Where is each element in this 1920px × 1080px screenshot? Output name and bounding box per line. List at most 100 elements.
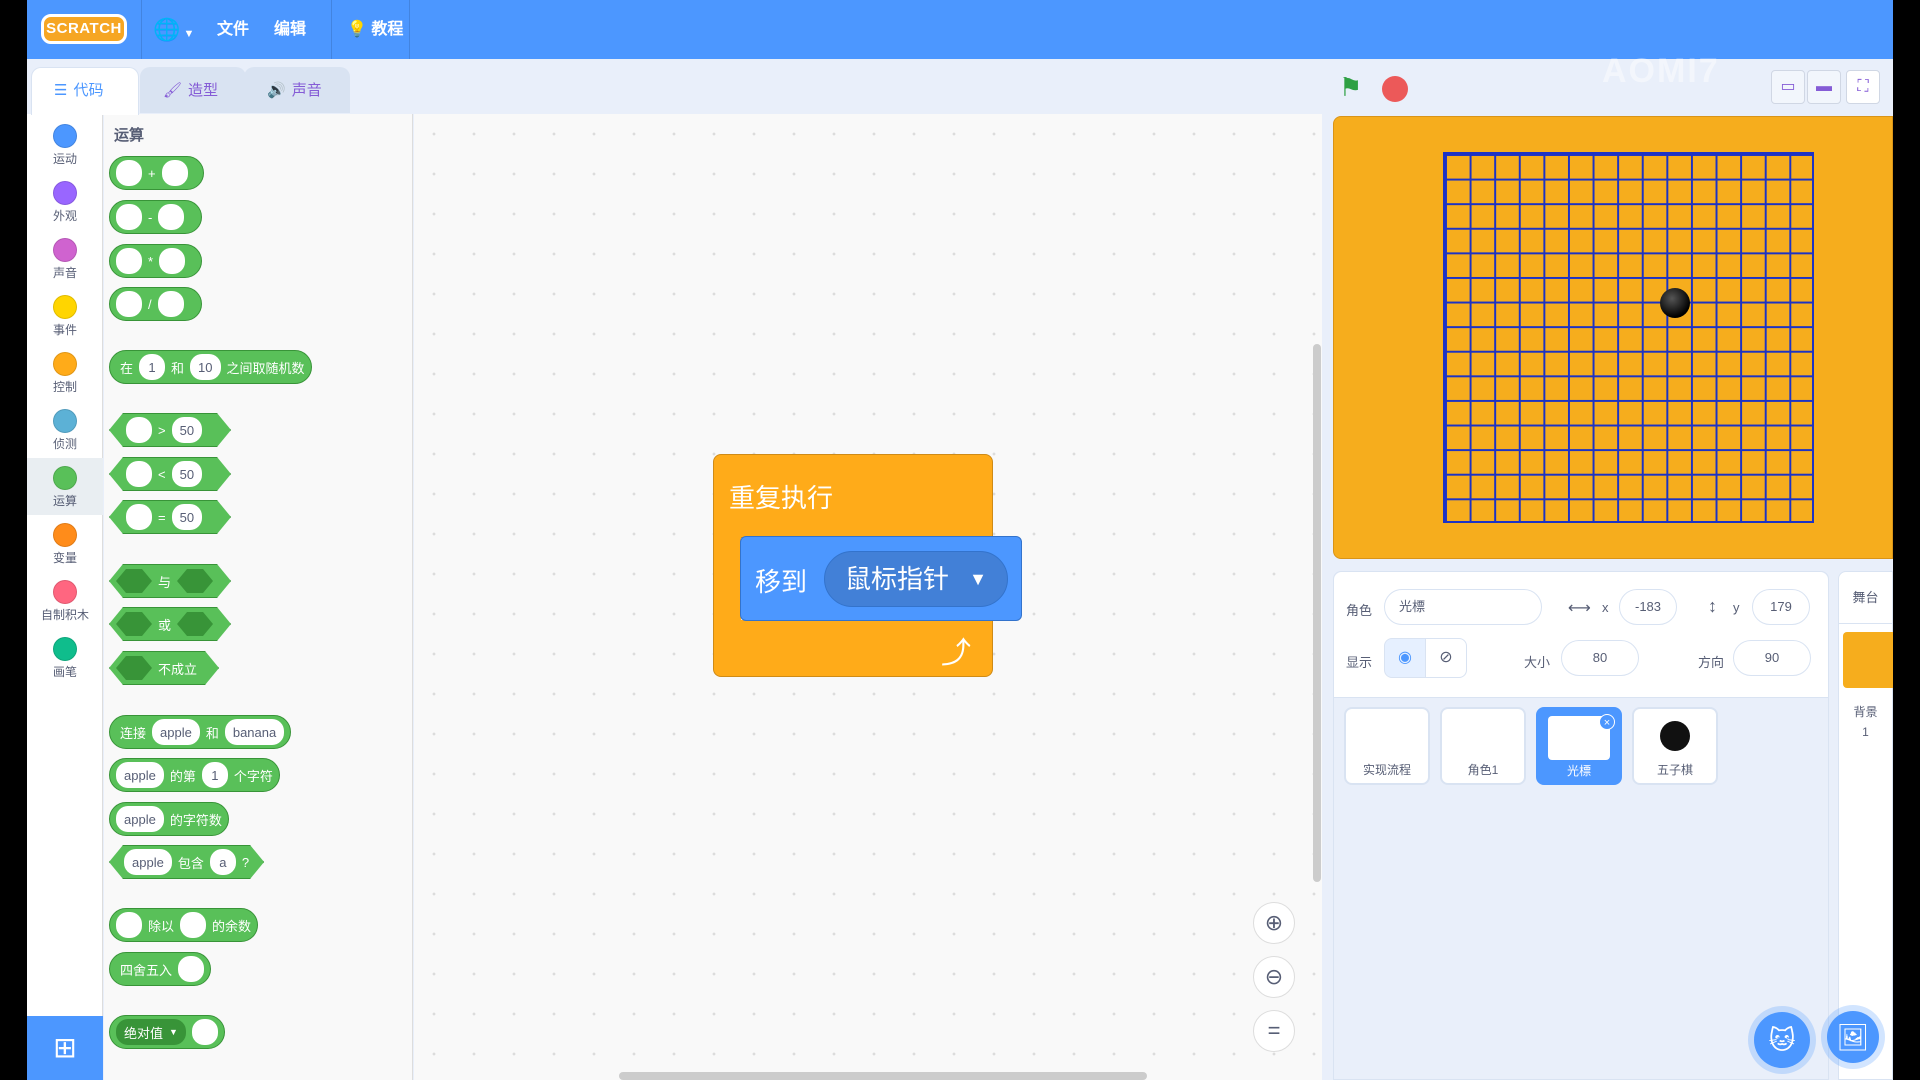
zoom-in-button[interactable]: ⊕ <box>1253 902 1295 944</box>
input-slot[interactable]: 50 <box>172 417 202 443</box>
delete-sprite-button[interactable]: × <box>1599 714 1615 730</box>
multiply-block[interactable]: * <box>109 244 202 278</box>
and-block[interactable]: 与 <box>109 564 231 598</box>
category-motion[interactable]: 运动 <box>27 116 103 173</box>
sprite-name-input[interactable]: 光標 <box>1384 589 1542 625</box>
input-slot[interactable] <box>116 291 142 317</box>
sprite-tile-selected[interactable]: 光標 × <box>1536 707 1622 785</box>
sprite-tile[interactable]: 实现流程 <box>1344 707 1430 785</box>
input-slot[interactable]: apple <box>116 806 164 832</box>
input-slot[interactable] <box>178 956 205 982</box>
zoom-out-button[interactable]: ⊖ <box>1253 956 1295 998</box>
hide-sprite-button[interactable]: ⊘ <box>1425 638 1467 678</box>
go-to-target-dropdown[interactable]: 鼠标指针 ▼ <box>824 551 1008 607</box>
category-pen[interactable]: 画笔 <box>27 629 103 686</box>
input-slot[interactable] <box>126 417 152 443</box>
length-of-block[interactable]: apple 的字符数 <box>109 802 229 836</box>
workspace-horizontal-scrollbar[interactable] <box>619 1072 1147 1080</box>
stage-thumbnail[interactable] <box>1843 632 1893 688</box>
greater-than-block[interactable]: >50 <box>109 413 231 447</box>
input-slot[interactable] <box>116 204 142 230</box>
sprite-tile[interactable]: 角色1 <box>1440 707 1526 785</box>
input-slot[interactable]: 10 <box>190 354 221 380</box>
random-block[interactable]: 在 1 和 10 之间取随机数 <box>109 350 312 384</box>
divide-block[interactable]: / <box>109 287 202 321</box>
input-slot[interactable]: apple <box>116 762 164 788</box>
input-slot[interactable]: apple <box>152 719 200 745</box>
join-block[interactable]: 连接 apple 和 banana <box>109 715 292 749</box>
zoom-reset-button[interactable]: = <box>1253 1010 1295 1052</box>
forever-block-arm[interactable] <box>713 530 741 626</box>
less-than-block[interactable]: <50 <box>109 457 231 491</box>
edit-menu[interactable]: 编辑 <box>274 0 306 59</box>
x-input[interactable]: -183 <box>1619 589 1677 625</box>
tab-costumes[interactable]: 🖌 造型 <box>140 67 246 113</box>
input-slot[interactable]: banana <box>224 719 285 745</box>
input-slot[interactable] <box>126 461 152 487</box>
direction-input[interactable]: 90 <box>1733 640 1811 676</box>
input-slot[interactable] <box>159 248 186 274</box>
y-input[interactable]: 179 <box>1752 589 1810 625</box>
round-block[interactable]: 四舍五入 <box>109 952 212 986</box>
input-slot[interactable] <box>116 160 142 186</box>
boolean-slot[interactable] <box>116 569 152 593</box>
input-slot[interactable]: 1 <box>139 354 166 380</box>
add-block[interactable]: + <box>109 156 204 190</box>
category-operators[interactable]: 运算 <box>27 458 103 515</box>
boolean-slot[interactable] <box>116 656 152 680</box>
stop-button[interactable] <box>1382 76 1408 102</box>
category-sound[interactable]: 声音 <box>27 230 103 287</box>
contains-block[interactable]: apple 包含 a? <box>109 845 264 879</box>
language-button[interactable]: 🌐 ▼ <box>153 0 194 59</box>
input-slot[interactable]: 50 <box>172 461 202 487</box>
small-stage-button[interactable]: ▭ <box>1771 70 1805 104</box>
input-slot[interactable] <box>126 504 152 530</box>
add-extension-button[interactable]: ⊞ <box>27 1016 103 1080</box>
mod-block[interactable]: 除以 的余数 <box>109 908 259 942</box>
green-flag-button[interactable]: ⚑ <box>1339 72 1362 103</box>
or-block[interactable]: 或 <box>109 607 231 641</box>
input-slot[interactable] <box>157 291 184 317</box>
tutorials-menu[interactable]: 💡 教程 <box>347 0 403 59</box>
input-slot[interactable]: 50 <box>172 504 202 530</box>
input-slot[interactable] <box>180 912 207 938</box>
category-events[interactable]: 事件 <box>27 287 103 344</box>
show-sprite-button[interactable]: ◉ <box>1384 638 1426 678</box>
not-block[interactable]: 不成立 <box>109 651 219 685</box>
boolean-slot[interactable] <box>177 569 213 593</box>
size-input[interactable]: 80 <box>1561 640 1639 676</box>
input-slot[interactable]: apple <box>124 849 172 875</box>
category-variables[interactable]: 变量 <box>27 515 103 572</box>
input-slot[interactable] <box>116 248 142 274</box>
file-menu[interactable]: 文件 <box>217 0 249 59</box>
math-op-dropdown[interactable]: 绝对值 ▼ <box>116 1019 186 1045</box>
input-slot[interactable] <box>191 1019 218 1045</box>
sprite-tile[interactable]: 五子棋 <box>1632 707 1718 785</box>
category-control[interactable]: 控制 <box>27 344 103 401</box>
tab-code[interactable]: ☰ 代码 <box>31 67 139 115</box>
boolean-slot[interactable] <box>116 612 152 636</box>
category-my-blocks[interactable]: 自制积木 <box>27 572 103 629</box>
choose-backdrop-button[interactable]: 🖼 <box>1827 1011 1879 1063</box>
category-label: 运算 <box>52 494 77 508</box>
input-slot[interactable]: a <box>210 849 236 875</box>
category-sensing[interactable]: 侦测 <box>27 401 103 458</box>
scratch-logo[interactable]: SCRATCH <box>41 14 127 44</box>
equals-block[interactable]: = 50 <box>109 500 231 534</box>
input-slot[interactable] <box>158 204 185 230</box>
math-op-block[interactable]: 绝对值 ▼ <box>109 1015 225 1049</box>
tab-sounds[interactable]: 🔊 声音 <box>244 67 350 113</box>
subtract-block[interactable]: - <box>109 200 202 234</box>
stage-canvas[interactable] <box>1333 116 1893 559</box>
block-text: 个字符 <box>233 768 273 784</box>
boolean-slot[interactable] <box>177 612 213 636</box>
letter-of-block[interactable]: apple 的第 1 个字符 <box>109 758 280 792</box>
fullscreen-button[interactable]: ⛶ <box>1846 70 1880 104</box>
category-looks[interactable]: 外观 <box>27 173 103 230</box>
choose-sprite-button[interactable]: 🐱 <box>1754 1012 1810 1068</box>
input-slot[interactable] <box>116 912 142 938</box>
workspace-vertical-scrollbar[interactable] <box>1313 344 1321 882</box>
input-slot[interactable] <box>161 160 188 186</box>
input-slot[interactable]: 1 <box>201 762 228 788</box>
large-stage-button[interactable]: ▬ <box>1807 70 1841 104</box>
